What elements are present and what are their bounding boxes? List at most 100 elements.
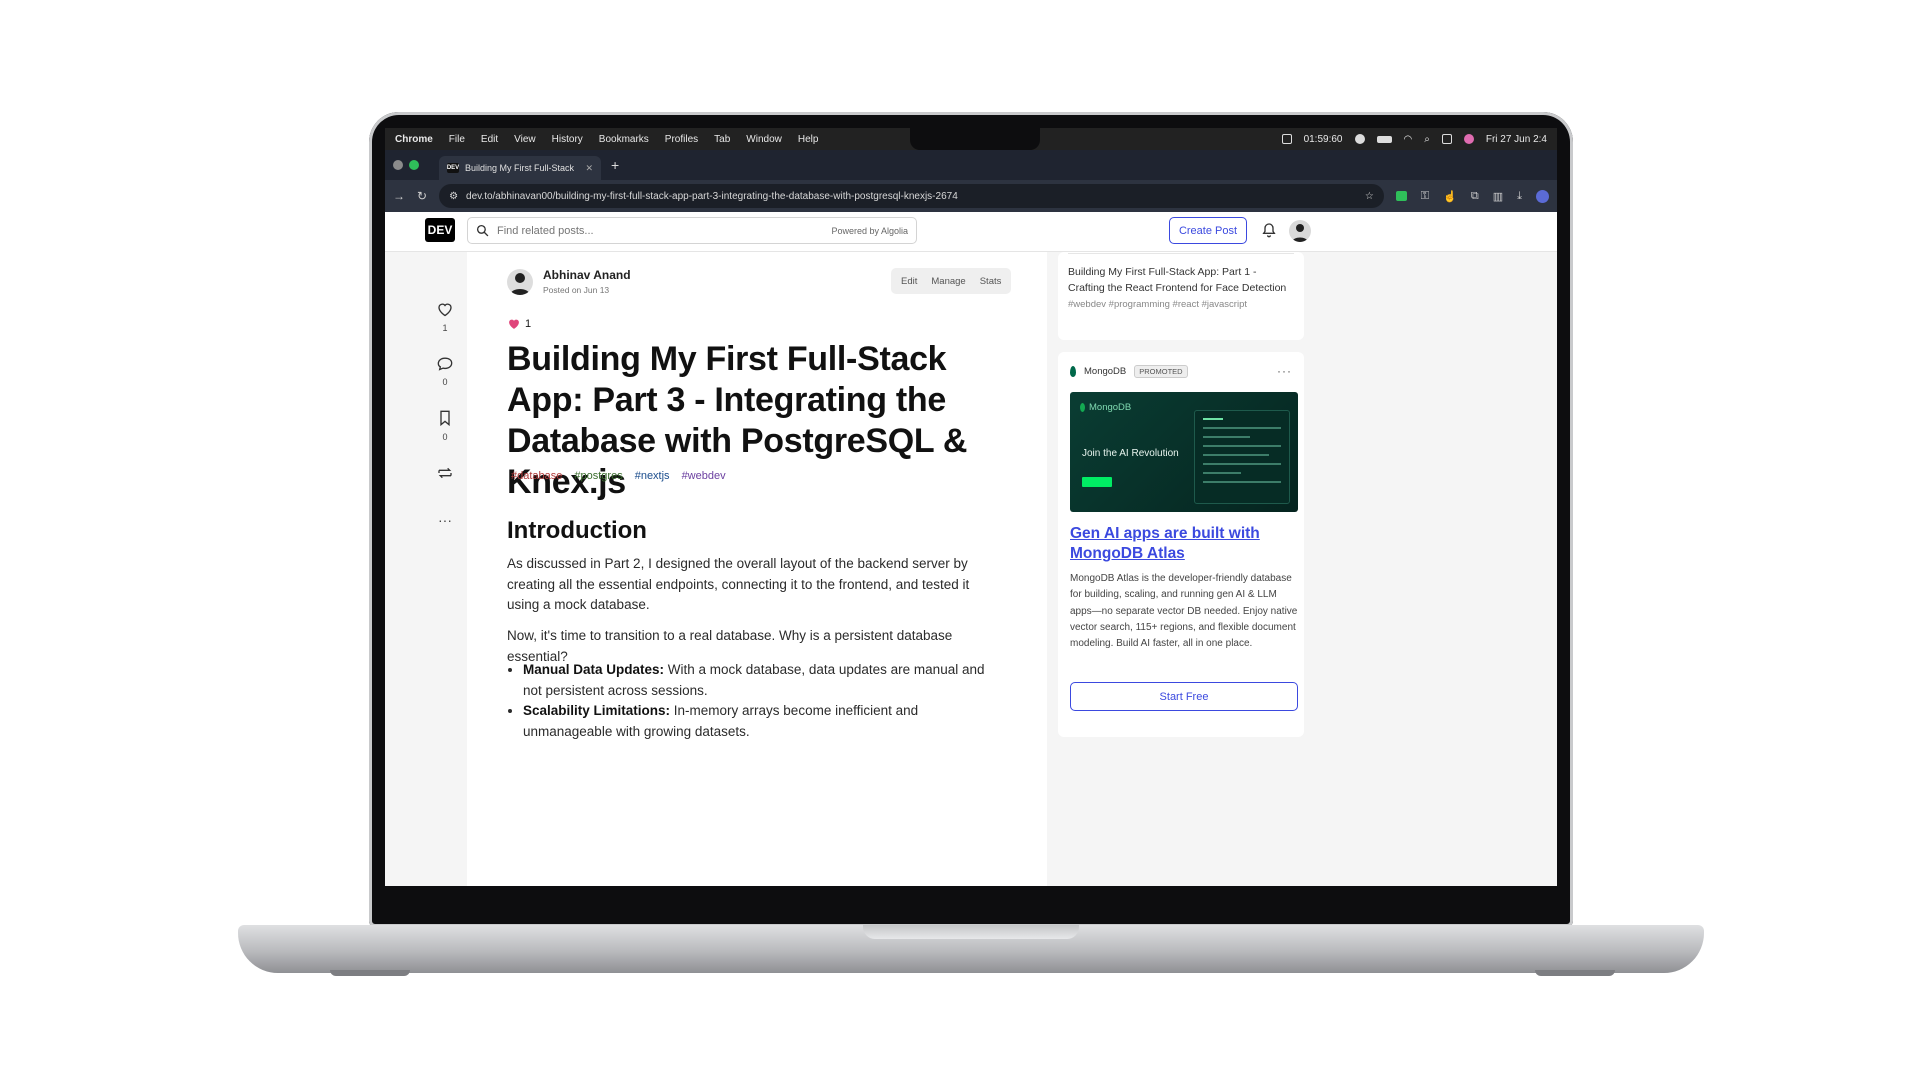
code-window-illustration xyxy=(1194,410,1290,504)
like-count: 1 xyxy=(442,323,448,333)
tag-postgres[interactable]: #postgres xyxy=(574,470,622,482)
clock-text[interactable]: Fri 27 Jun 2:4 xyxy=(1486,134,1547,145)
sponsor-card: MongoDB PROMOTED ··· MongoDB Join the AI… xyxy=(1058,352,1304,737)
menu-tab[interactable]: Tab xyxy=(714,134,730,145)
reaction-summary[interactable]: 1 xyxy=(507,318,531,330)
repost-icon[interactable] xyxy=(437,466,453,480)
create-post-button[interactable]: Create Post xyxy=(1169,217,1247,244)
related-post-title[interactable]: Building My First Full-Stack App: Part 1… xyxy=(1068,264,1294,296)
dev-logo[interactable]: DEV xyxy=(425,218,455,242)
search-box[interactable]: Powered by Algolia xyxy=(467,217,917,244)
control-center-icon[interactable] xyxy=(1441,134,1452,144)
bullet-bold: Scalability Limitations: xyxy=(523,703,671,718)
sidepanel-icon[interactable]: ▥ xyxy=(1493,190,1503,203)
rail-share[interactable] xyxy=(425,466,465,486)
laptop-lip xyxy=(863,925,1079,939)
bookmark-count: 0 xyxy=(442,432,448,442)
bullet-list: Manual Data Updates: With a mock databas… xyxy=(523,660,1003,742)
camera-notch xyxy=(910,128,1040,150)
laptop-foot-left xyxy=(330,970,410,976)
bookmark-icon[interactable] xyxy=(438,410,452,426)
promo-banner[interactable]: MongoDB Join the AI Revolution xyxy=(1070,392,1298,512)
tag-list: #database #postgres #nextjs #webdev xyxy=(511,470,726,482)
spotlight-icon[interactable]: ⌕ xyxy=(1424,134,1430,145)
menu-bookmarks[interactable]: Bookmarks xyxy=(599,134,649,145)
stats-button[interactable]: Stats xyxy=(980,276,1002,287)
related-post-tags: #webdev #programming #react #javascript xyxy=(1068,299,1248,310)
stage: Chrome File Edit View History Bookmarks … xyxy=(0,0,1920,1080)
window-zoom-dot[interactable] xyxy=(409,160,419,170)
list-item: Scalability Limitations: In-memory array… xyxy=(523,701,1003,742)
browser-toolbar: → ↻ ⚙ dev.to/abhinavan00/building-my-fir… xyxy=(385,180,1557,212)
powered-by-algolia[interactable]: Powered by Algolia xyxy=(831,226,908,236)
battery-icon[interactable] xyxy=(1376,135,1392,143)
related-post-card[interactable]: Building My First Full-Stack App: Part 1… xyxy=(1058,252,1304,340)
author-actions: Edit Manage Stats xyxy=(891,268,1012,294)
download-icon[interactable]: ⤓ xyxy=(1517,190,1522,203)
ad-description: MongoDB Atlas is the developer-friendly … xyxy=(1070,573,1298,650)
extensions-icon[interactable]: ⧉ xyxy=(1471,190,1479,203)
browser-tabbar: DEV Building My First Full-Stack ✕ + xyxy=(385,150,1557,180)
menu-file[interactable]: File xyxy=(449,134,465,145)
menu-edit[interactable]: Edit xyxy=(481,134,498,145)
search-input[interactable] xyxy=(497,224,824,237)
browser-tab-active[interactable]: DEV Building My First Full-Stack ✕ xyxy=(439,156,601,180)
tag-webdev[interactable]: #webdev xyxy=(682,470,726,482)
notion-icon[interactable] xyxy=(1281,134,1292,144)
banner-brand: MongoDB xyxy=(1080,402,1131,413)
author-avatar[interactable] xyxy=(507,268,533,295)
list-item: Manual Data Updates: With a mock databas… xyxy=(523,660,1003,701)
post-date: Posted on Jun 13 xyxy=(543,285,610,295)
tag-database[interactable]: #database xyxy=(511,470,562,482)
more-options-icon[interactable]: ··· xyxy=(1277,364,1292,378)
window-close-dot[interactable] xyxy=(393,160,403,170)
manage-button[interactable]: Manage xyxy=(931,276,965,287)
reaction-rail: 1 0 0 ··· xyxy=(425,252,465,886)
page-body: 1 0 0 ··· Abhinav Anand Posted on Jun 13… xyxy=(385,252,1557,886)
tab-close-icon[interactable]: ✕ xyxy=(585,163,593,174)
menu-view[interactable]: View xyxy=(514,134,536,145)
heart-icon[interactable] xyxy=(437,302,453,317)
forward-icon[interactable]: → xyxy=(393,189,405,203)
more-icon[interactable]: ··· xyxy=(425,512,465,528)
sparkle-heart-icon xyxy=(509,319,519,329)
theme-icon[interactable] xyxy=(1354,134,1365,144)
divider xyxy=(1068,244,1294,254)
extension-lock-icon[interactable]: ⚿ xyxy=(1421,190,1429,203)
url-text[interactable]: dev.to/abhinavan00/building-my-first-ful… xyxy=(466,191,1357,202)
profile-avatar[interactable] xyxy=(1536,189,1549,203)
user-avatar[interactable] xyxy=(1289,220,1311,242)
reload-icon[interactable]: ↻ xyxy=(417,189,427,203)
siri-icon[interactable] xyxy=(1463,134,1474,144)
menu-window[interactable]: Window xyxy=(746,134,782,145)
comment-count: 0 xyxy=(442,377,448,387)
author-name[interactable]: Abhinav Anand xyxy=(543,268,631,282)
site-info-icon[interactable]: ⚙ xyxy=(449,191,458,202)
new-tab-icon[interactable]: + xyxy=(611,157,619,173)
wifi-icon[interactable]: ◠ xyxy=(1404,134,1413,145)
dev-header: DEV Powered by Algolia Create Post xyxy=(385,212,1557,252)
extension-green-icon[interactable] xyxy=(1395,191,1407,201)
menu-profiles[interactable]: Profiles xyxy=(665,134,698,145)
comment-icon[interactable] xyxy=(437,356,453,371)
menu-app-name[interactable]: Chrome xyxy=(395,134,433,145)
start-free-button[interactable]: Start Free xyxy=(1070,682,1298,711)
address-bar[interactable]: ⚙ dev.to/abhinavan00/building-my-first-f… xyxy=(439,184,1384,208)
bell-icon[interactable] xyxy=(1261,221,1277,239)
ad-title-link[interactable]: Gen AI apps are built with MongoDB Atlas xyxy=(1070,524,1292,564)
rail-like[interactable]: 1 xyxy=(425,302,465,333)
sponsor-name[interactable]: MongoDB xyxy=(1084,366,1126,377)
rail-comment[interactable]: 0 xyxy=(425,356,465,387)
tab-title: Building My First Full-Stack xyxy=(465,163,575,173)
rail-bookmark[interactable]: 0 xyxy=(425,410,465,442)
menu-history[interactable]: History xyxy=(552,134,583,145)
laptop-foot-right xyxy=(1535,970,1615,976)
menu-help[interactable]: Help xyxy=(798,134,819,145)
timer-text[interactable]: 01:59:60 xyxy=(1304,134,1343,145)
extension-hand-icon[interactable]: ☝ xyxy=(1443,190,1457,203)
edit-button[interactable]: Edit xyxy=(901,276,917,287)
banner-brand-text: MongoDB xyxy=(1089,402,1132,413)
screen: Chrome File Edit View History Bookmarks … xyxy=(385,128,1557,886)
tag-nextjs[interactable]: #nextjs xyxy=(635,470,670,482)
star-icon[interactable]: ☆ xyxy=(1365,191,1374,202)
